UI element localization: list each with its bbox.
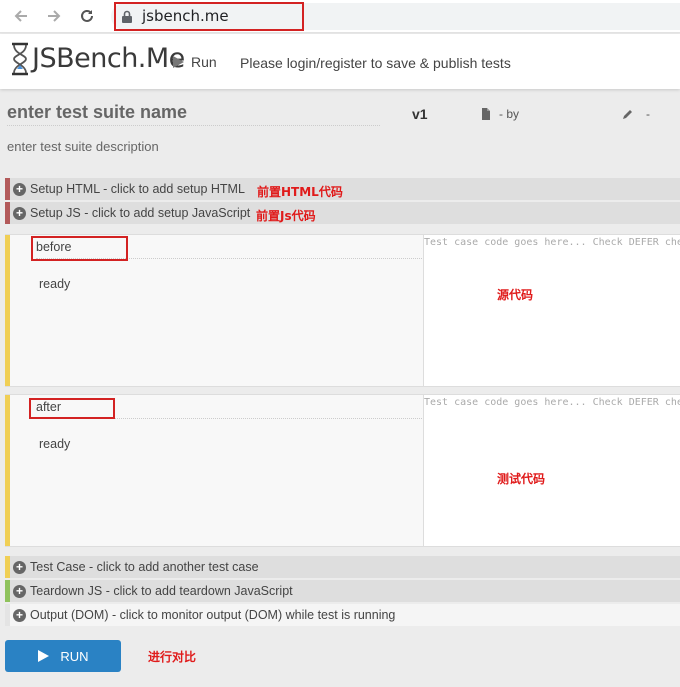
forward-button[interactable] xyxy=(43,5,65,27)
output-dom-row[interactable]: + Output (DOM) - click to monitor output… xyxy=(5,604,680,627)
test-case-label: Test Case - click to add another test ca… xyxy=(30,560,259,574)
output-dom-label: Output (DOM) - click to monitor output (… xyxy=(30,608,396,622)
annotation-test-code: 测试代码 xyxy=(497,472,546,486)
suite-description-input[interactable]: enter test suite description xyxy=(7,139,159,154)
arrow-left-icon xyxy=(14,10,27,22)
run-button-label: RUN xyxy=(60,648,89,664)
reload-icon xyxy=(81,9,93,22)
pencil-icon xyxy=(623,110,632,119)
document-icon xyxy=(482,108,490,120)
section-color-bar xyxy=(5,556,10,578)
setup-js-label: Setup JS - click to add setup JavaScript xyxy=(30,206,251,220)
annotation-source-code: 源代码 xyxy=(497,288,534,302)
suite-author: - by xyxy=(481,107,519,121)
highlight-box-after xyxy=(29,398,115,419)
back-button[interactable] xyxy=(10,5,32,27)
header-run-label: Run xyxy=(191,54,217,70)
plus-circle-icon: + xyxy=(13,608,26,622)
plus-circle-icon: + xyxy=(13,182,26,196)
case-status: ready xyxy=(39,277,71,291)
header-run-button[interactable]: Run xyxy=(171,54,217,70)
logo-text[interactable]: JSBench.Me xyxy=(32,43,185,74)
case-code-editor[interactable]: Test case code goes here... Check DEFER … xyxy=(423,235,680,386)
test-case-row[interactable]: + Test Case - click to add another test … xyxy=(5,556,680,579)
highlight-box-before xyxy=(31,236,128,261)
teardown-js-label: Teardown JS - click to add teardown Java… xyxy=(30,584,293,598)
browser-toolbar: jsbench.me xyxy=(0,0,680,33)
section-color-bar xyxy=(5,604,10,626)
app-header: JSBench.Me Run Please login/register to … xyxy=(0,34,680,89)
run-button[interactable]: RUN xyxy=(5,640,121,672)
play-icon xyxy=(173,56,184,68)
teardown-js-row[interactable]: + Teardown JS - click to add teardown Ja… xyxy=(5,580,680,603)
plus-circle-icon: + xyxy=(13,584,26,598)
arrow-right-icon xyxy=(48,10,61,22)
setup-html-label: Setup HTML - click to add setup HTML xyxy=(30,182,245,196)
play-icon xyxy=(38,650,50,662)
suite-version: v1 xyxy=(412,106,428,122)
suite-name-input[interactable]: enter test suite name xyxy=(7,102,380,126)
section-color-bar xyxy=(5,580,10,602)
code-placeholder: Test case code goes here... Check DEFER … xyxy=(424,397,680,408)
reload-button[interactable] xyxy=(76,5,98,27)
by-text: - by xyxy=(499,107,520,121)
login-message-link[interactable]: Please login/register to save & publish … xyxy=(240,55,511,71)
plus-circle-icon: + xyxy=(13,560,26,574)
annotation-compare: 进行对比 xyxy=(148,650,197,664)
section-color-bar xyxy=(5,202,10,224)
case-code-editor[interactable]: Test case code goes here... Check DEFER … xyxy=(423,395,680,546)
edit-text: - xyxy=(646,107,650,121)
plus-circle-icon: + xyxy=(13,206,26,220)
annotation-setup-html: 前置HTML代码 xyxy=(257,185,343,199)
section-color-bar xyxy=(5,178,10,200)
annotation-setup-js: 前置Js代码 xyxy=(256,209,316,223)
suite-edit[interactable]: - xyxy=(622,107,650,121)
setup-js-row[interactable]: + Setup JS - click to add setup JavaScri… xyxy=(5,202,680,225)
case-status: ready xyxy=(39,437,71,451)
hourglass-logo-icon xyxy=(9,42,31,81)
code-placeholder: Test case code goes here... Check DEFER … xyxy=(424,237,680,248)
highlight-box-url xyxy=(114,2,304,31)
